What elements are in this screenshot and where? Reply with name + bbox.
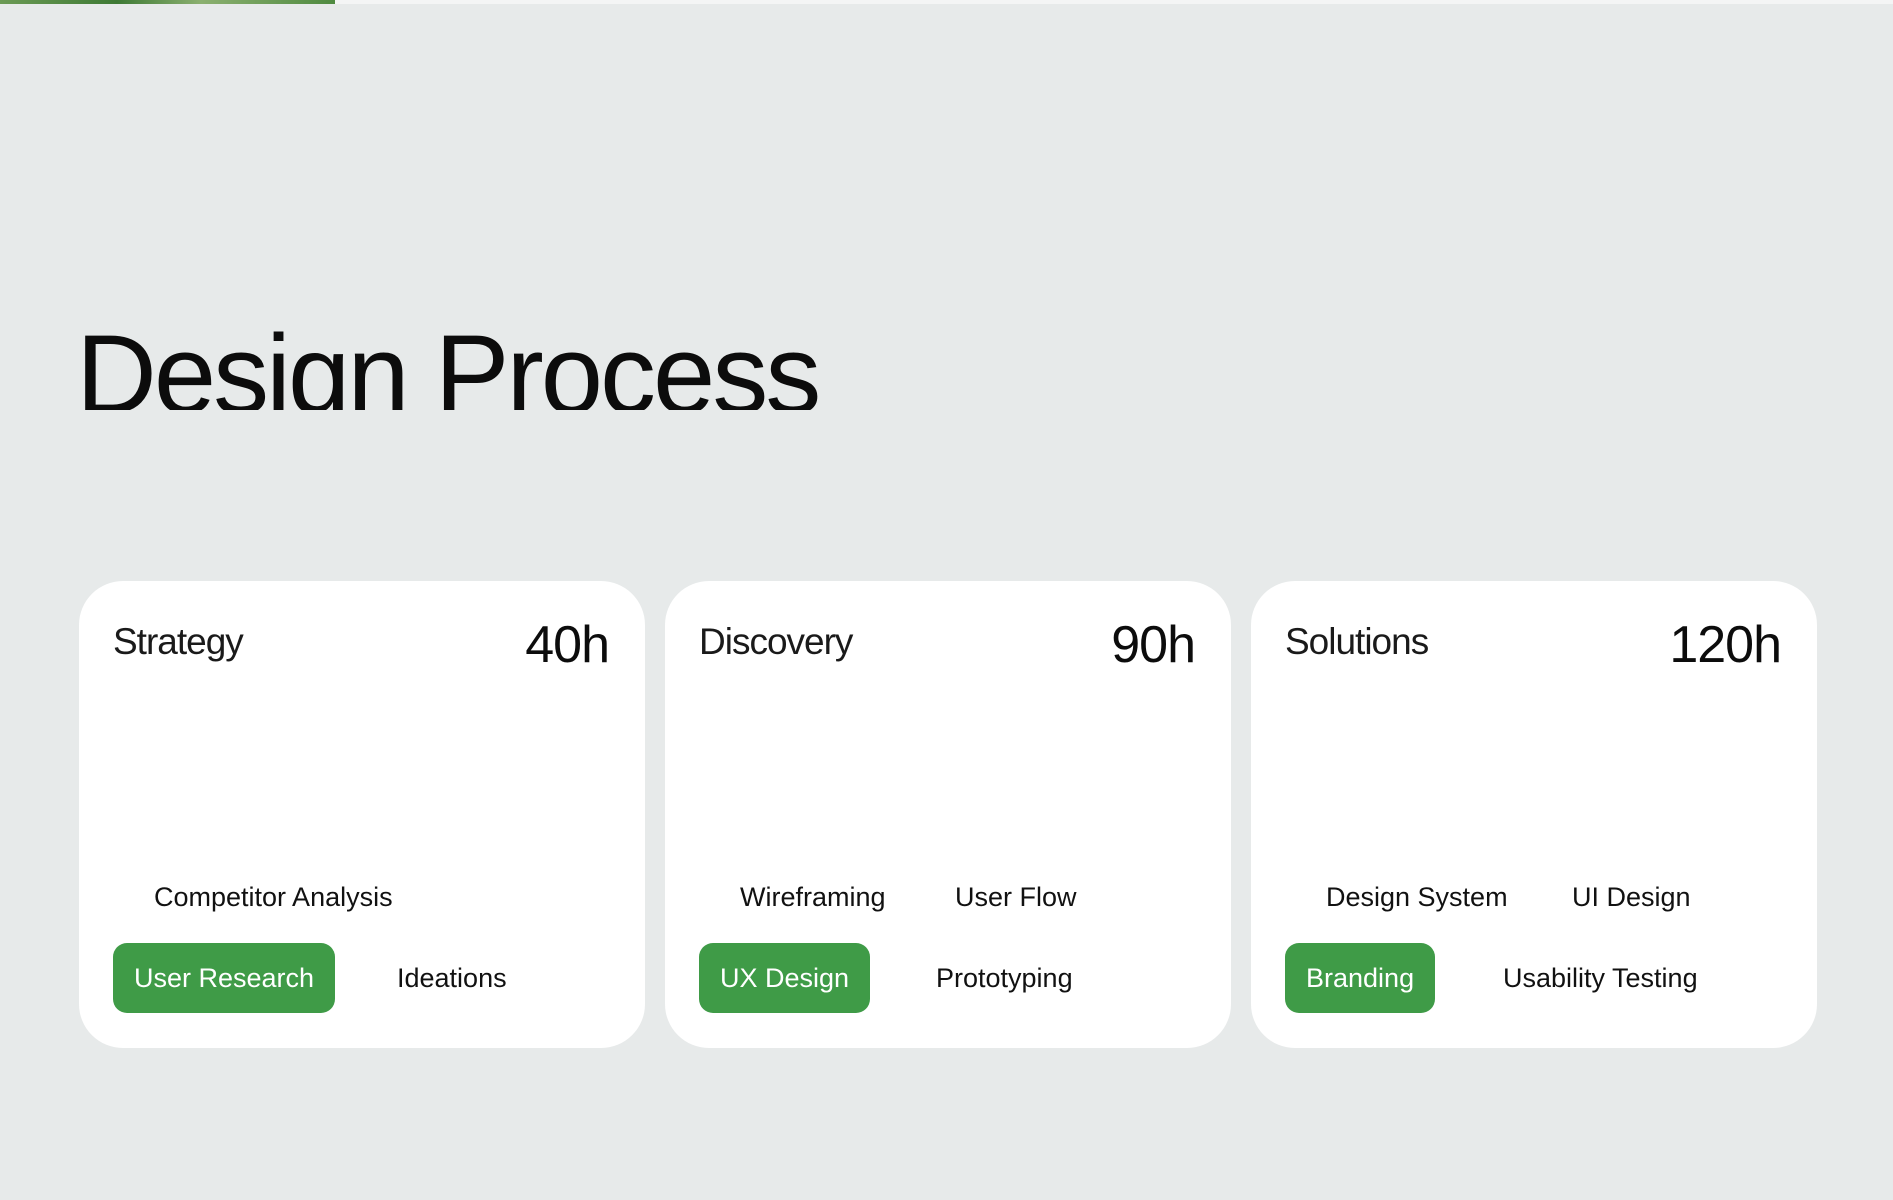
tag-usability-testing[interactable]: Usability Testing (1503, 943, 1698, 1013)
card-title: Strategy (113, 621, 244, 662)
tag-branding[interactable]: Branding (1285, 943, 1436, 1013)
card-strategy: Strategy 40h Competitor Analysis User Re… (79, 581, 645, 1048)
tag-user-research[interactable]: User Research (113, 943, 336, 1013)
tag-ui-design[interactable]: UI Design (1572, 862, 1691, 932)
tag-competitor-analysis[interactable]: Competitor Analysis (154, 862, 393, 932)
tag-design-system[interactable]: Design System (1326, 862, 1508, 932)
tag-ux-design[interactable]: UX Design (699, 943, 871, 1013)
tag-wireframing[interactable]: Wireframing (740, 862, 886, 932)
tag-prototyping[interactable]: Prototyping (936, 943, 1073, 1013)
card-hours: 120h (1669, 616, 1782, 674)
card-hours: 40h (525, 616, 610, 674)
card-title: Discovery (699, 621, 853, 662)
page-title: Design Process (76, 312, 819, 410)
tag-user-flow[interactable]: User Flow (955, 862, 1077, 932)
process-cards: Strategy 40h Competitor Analysis User Re… (79, 581, 1817, 1048)
card-solutions: Solutions 120h Design System UI Design B… (1251, 581, 1817, 1048)
tag-ideations[interactable]: Ideations (397, 943, 507, 1013)
card-discovery: Discovery 90h Wireframing User Flow UX D… (665, 581, 1231, 1048)
card-title: Solutions (1285, 621, 1429, 662)
top-image-edge (0, 0, 335, 4)
card-hours: 90h (1111, 616, 1196, 674)
